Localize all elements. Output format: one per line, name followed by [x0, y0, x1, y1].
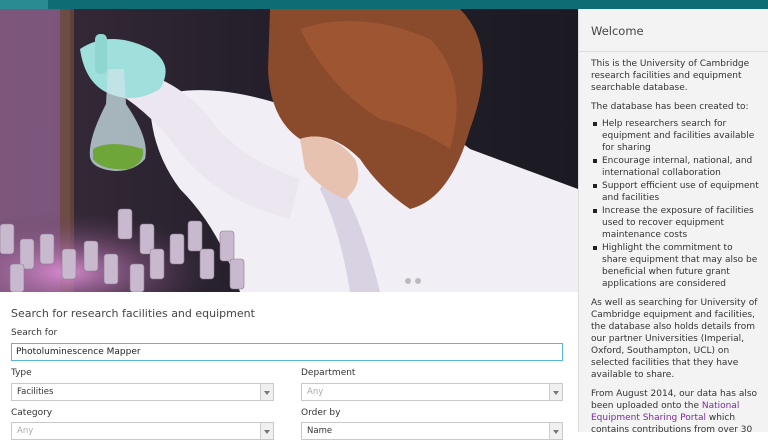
order-by-select-value: Name: [307, 426, 333, 436]
category-label: Category: [11, 408, 53, 418]
hero-photo-lab-researcher: [0, 9, 578, 292]
sidebar-bullet-list: Help researchers search for equipment an…: [591, 118, 760, 290]
hero-image: [0, 9, 578, 292]
sidebar-partners: As well as searching for University of C…: [591, 298, 758, 380]
welcome-sidebar: Welcome This is the University of Cambri…: [578, 9, 768, 432]
list-item: Help researchers search for equipment an…: [593, 118, 760, 154]
category-select[interactable]: Any: [11, 422, 274, 440]
search-for-label: Search for: [11, 328, 58, 338]
order-by-label: Order by: [301, 408, 341, 418]
sidebar-title: Welcome: [579, 9, 768, 52]
category-select-value: Any: [17, 426, 34, 436]
type-label: Type: [11, 368, 32, 378]
chevron-down-icon: [549, 423, 562, 439]
search-input[interactable]: [11, 343, 563, 361]
list-item: Encourage internal, national, and intern…: [593, 155, 760, 179]
chevron-down-icon: [260, 423, 273, 439]
sidebar-content: This is the University of Cambridge rese…: [579, 52, 768, 432]
nav-tab-active[interactable]: [0, 0, 48, 9]
list-item: Increase the exposure of facilities used…: [593, 205, 760, 241]
department-select[interactable]: Any: [301, 383, 563, 401]
chevron-down-icon: [549, 384, 562, 400]
order-by-select[interactable]: Name: [301, 422, 563, 440]
list-item: Highlight the commitment to share equipm…: [593, 242, 760, 290]
type-select-value: Facilities: [17, 387, 54, 397]
search-title: Search for research facilities and equip…: [11, 307, 255, 320]
sidebar-intro: This is the University of Cambridge rese…: [591, 59, 750, 93]
sidebar-created-lead: The database has been created to:: [591, 102, 749, 112]
top-navigation-bar: [0, 0, 768, 9]
list-item: Support efficient use of equipment and f…: [593, 181, 759, 203]
chevron-down-icon: [260, 384, 273, 400]
type-select[interactable]: Facilities: [11, 383, 274, 401]
department-select-value: Any: [307, 387, 324, 397]
search-panel: Search for research facilities and equip…: [0, 292, 578, 440]
sidebar-august: From August 2014, our data has also been…: [591, 388, 760, 432]
department-label: Department: [301, 368, 356, 378]
